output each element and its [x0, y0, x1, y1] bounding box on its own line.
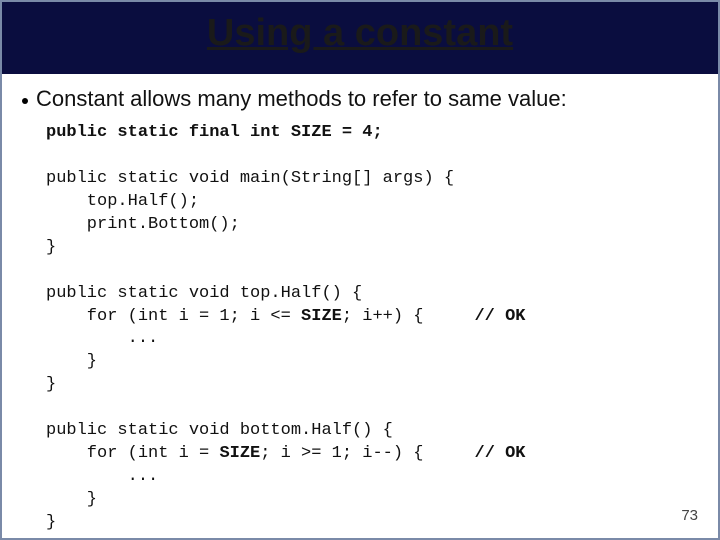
code-top2d: // OK	[474, 307, 525, 326]
code-top4: }	[46, 352, 97, 371]
bullet-dot-icon	[22, 98, 28, 104]
code-block: public static final int SIZE = 4; public…	[46, 122, 698, 535]
code-bot1: public static void bottom.Half() {	[46, 421, 393, 440]
code-bot3: ...	[46, 467, 158, 486]
code-top2c: ; i++) {	[342, 307, 475, 326]
code-top1: public static void top.Half() {	[46, 284, 362, 303]
code-bot2b: SIZE	[219, 444, 260, 463]
code-main1: public static void main(String[] args) {	[46, 169, 454, 188]
code-bot4: }	[46, 490, 97, 509]
code-top2b: SIZE	[301, 307, 342, 326]
bullet-text: Constant allows many methods to refer to…	[36, 86, 567, 112]
code-bot5: }	[46, 513, 56, 532]
code-main2: top.Half();	[46, 192, 199, 211]
slide-title: Using a constant	[2, 12, 718, 55]
code-decl-a: public static final int	[46, 123, 291, 142]
code-main4: }	[46, 238, 56, 257]
slide-body: Constant allows many methods to refer to…	[2, 74, 718, 535]
code-decl-c: = 4;	[332, 123, 383, 142]
bullet-row: Constant allows many methods to refer to…	[22, 86, 698, 112]
code-top2a: for (int i = 1; i <=	[46, 307, 301, 326]
code-top3: ...	[46, 329, 158, 348]
code-main3: print.Bottom();	[46, 215, 240, 234]
page-number: 73	[681, 507, 698, 524]
code-bot2a: for (int i =	[46, 444, 219, 463]
code-decl-b: SIZE	[291, 123, 332, 142]
code-top5: }	[46, 375, 56, 394]
code-bot2d: // OK	[475, 444, 526, 463]
code-bot2c: ; i >= 1; i--) {	[260, 444, 474, 463]
slide-frame: Using a constant Constant allows many me…	[0, 0, 720, 540]
